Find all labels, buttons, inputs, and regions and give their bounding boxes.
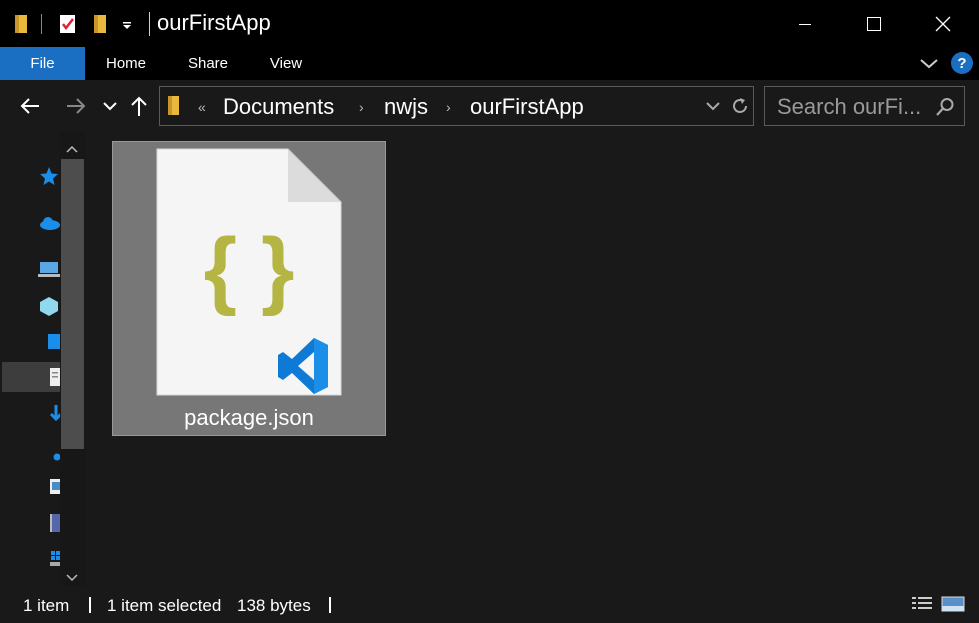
back-button[interactable] — [16, 92, 44, 120]
folder-icon — [12, 0, 32, 47]
file-list-area[interactable]: { } package.json — [88, 132, 979, 586]
local-disk-icon[interactable] — [38, 548, 60, 570]
item-count: 1 item — [23, 596, 70, 615]
large-icons-view-button[interactable] — [941, 594, 965, 614]
navigation-pane — [0, 132, 88, 586]
chevron-down-icon — [920, 59, 938, 69]
tab-view[interactable]: View — [256, 47, 316, 80]
status-separator — [329, 597, 331, 613]
recent-locations-button[interactable] — [100, 92, 120, 120]
chevron-down-icon — [706, 102, 720, 111]
search-placeholder: Search ourFi... — [777, 94, 922, 119]
close-button[interactable] — [908, 0, 977, 47]
quick-access-star-icon[interactable] — [38, 165, 60, 187]
expand-ribbon-button[interactable] — [918, 53, 940, 78]
new-folder-icon[interactable] — [91, 0, 111, 47]
folder-icon — [166, 95, 182, 122]
search-input[interactable]: Search ourFi... — [764, 86, 965, 126]
onedrive-cloud-icon[interactable] — [38, 212, 60, 234]
selection-size: 138 bytes — [237, 596, 311, 615]
pictures-icon[interactable] — [38, 476, 60, 498]
this-pc-icon[interactable] — [38, 258, 60, 280]
json-braces: { } — [204, 221, 295, 317]
breadcrumb-separator[interactable]: › — [359, 99, 364, 115]
json-file-icon: { } — [156, 148, 342, 401]
details-view-button[interactable] — [910, 594, 934, 614]
close-icon — [935, 16, 950, 31]
tab-home[interactable]: Home — [96, 47, 156, 80]
breadcrumb-nwjs[interactable]: nwjs — [384, 94, 428, 120]
details-view-icon — [912, 597, 932, 609]
chevron-down-icon — [103, 102, 117, 111]
arrow-up-icon — [131, 96, 147, 116]
up-button[interactable] — [128, 92, 150, 120]
forward-button[interactable] — [62, 92, 90, 120]
documents-icon[interactable] — [38, 366, 60, 388]
scroll-down-arrow-icon[interactable] — [66, 569, 78, 587]
refresh-icon — [733, 98, 747, 113]
large-icons-view-icon — [941, 596, 965, 612]
title-separator — [149, 12, 150, 36]
selection-count: 1 item selected — [107, 596, 222, 615]
scroll-up-arrow-icon[interactable] — [66, 140, 78, 158]
minimize-button[interactable] — [770, 0, 839, 47]
tab-share[interactable]: Share — [178, 47, 238, 80]
help-button[interactable]: ? — [951, 52, 973, 74]
maximize-button[interactable] — [839, 0, 908, 47]
address-bar[interactable]: « Documents › nwjs › ourFirstApp — [159, 86, 754, 126]
breadcrumb-ourfirstapp[interactable]: ourFirstApp — [470, 94, 584, 120]
window-title: ourFirstApp — [157, 10, 271, 35]
breadcrumb-separator[interactable]: › — [446, 99, 451, 115]
search-icon — [935, 97, 955, 122]
desktop-icon[interactable] — [38, 331, 60, 353]
breadcrumb-overflow[interactable]: « — [198, 99, 206, 115]
music-icon[interactable] — [38, 446, 60, 468]
minimize-icon — [798, 23, 811, 25]
toolbar-separator — [41, 0, 42, 47]
3d-objects-icon[interactable] — [38, 295, 60, 317]
status-bar: 1 item 1 item selected 138 bytes — [0, 586, 979, 623]
properties-icon[interactable] — [57, 0, 79, 47]
arrow-left-icon — [20, 98, 39, 114]
ribbon: File Home Share View ? — [0, 47, 979, 80]
file-name: package.json — [184, 405, 314, 430]
navigation-bar: « Documents › nwjs › ourFirstApp Search … — [0, 80, 979, 132]
refresh-button[interactable] — [731, 96, 749, 121]
file-tile-package-json[interactable]: { } package.json — [112, 141, 386, 436]
arrow-right-icon — [67, 98, 86, 114]
address-dropdown-button[interactable] — [706, 99, 720, 117]
maximize-icon — [866, 16, 881, 31]
downloads-icon[interactable] — [38, 403, 60, 425]
customize-toolbar-icon[interactable] — [121, 0, 133, 47]
title-bar: ourFirstApp — [0, 0, 979, 47]
nav-scrollbar-thumb[interactable] — [61, 159, 84, 449]
breadcrumb-documents[interactable]: Documents — [223, 94, 334, 120]
status-separator — [89, 597, 91, 613]
videos-icon[interactable] — [38, 512, 60, 534]
tab-file[interactable]: File — [0, 47, 85, 80]
